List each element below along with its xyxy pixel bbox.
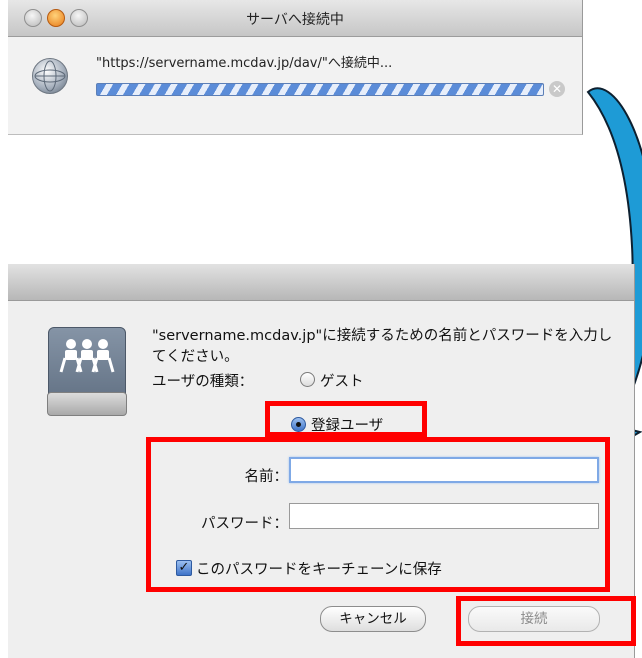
server-icon xyxy=(47,327,127,416)
drive-base xyxy=(47,392,127,416)
cancel-button[interactable]: キャンセル xyxy=(320,606,426,632)
guest-radio[interactable] xyxy=(300,372,315,387)
title-bar xyxy=(8,264,634,301)
highlight-credentials xyxy=(146,437,610,592)
highlight-connect-button xyxy=(456,596,636,646)
prompt-message: "servername.mcdav.jp"に接続するための名前とパスワードを入力… xyxy=(152,328,613,365)
guest-radio-label[interactable]: ゲスト xyxy=(320,370,364,391)
user-type-label: ユーザの種類： xyxy=(152,374,254,390)
highlight-registered-user xyxy=(265,401,427,437)
